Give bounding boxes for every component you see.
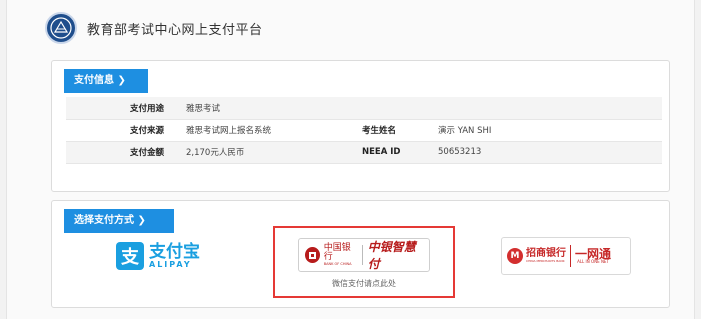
- alipay-name-cn: 支付宝: [149, 241, 200, 262]
- boc-name-en: BANK OF CHINA: [323, 261, 352, 266]
- cmb-brand-en: ALL IN ONE NET: [577, 259, 609, 265]
- cmb-name-en: CHINA MERCHANTS BANK: [526, 258, 565, 263]
- payment-info-panel: 支付信息 ❯ 支付用途 雅思考试 支付来源 雅思考试网上报名系统 考生姓名 演示…: [51, 60, 670, 192]
- row-value: 雅思考试网上报名系统: [186, 119, 342, 142]
- divider: [361, 245, 363, 265]
- page-container: 教育部考试中心网上支付平台 支付信息 ❯ 支付用途 雅思考试 支付来源 雅思考试…: [6, 0, 695, 319]
- payment-amount: 2,170元人民币: [186, 141, 342, 164]
- alipay-option[interactable]: 支 支付宝 ALIPAY: [108, 235, 208, 277]
- row-label: 支付用途: [66, 97, 186, 120]
- neea-logo-icon: [45, 12, 77, 44]
- boc-brand: 中银智慧付: [367, 240, 416, 271]
- alipay-label: 支付宝 ALIPAY: [149, 241, 200, 269]
- table-row: 支付来源 雅思考试网上报名系统 考生姓名 演示 YAN SHI: [66, 119, 662, 142]
- row-value-2: [438, 97, 662, 120]
- alipay-name-en: ALIPAY: [149, 259, 192, 269]
- boc-option-highlight: 中国银行 BANK OF CHINA 中银智慧付 微信支付请点此处: [273, 226, 455, 298]
- payment-method-tab: 选择支付方式 ❯: [64, 209, 174, 233]
- divider: [570, 245, 571, 267]
- header: 教育部考试中心网上支付平台: [45, 10, 263, 46]
- payment-info-table: 支付用途 雅思考试 支付来源 雅思考试网上报名系统 考生姓名 演示 YAN SH…: [66, 97, 662, 164]
- table-row: 支付用途 雅思考试: [66, 97, 662, 120]
- cmb-name: 招商银行 CHINA MERCHANTS BANK: [526, 249, 566, 263]
- boc-option[interactable]: 中国银行 BANK OF CHINA 中银智慧付: [298, 238, 430, 272]
- row-label-2: 考生姓名: [342, 119, 438, 142]
- boc-name-cn: 中国银行: [323, 242, 351, 263]
- cmb-option[interactable]: M 招商银行 CHINA MERCHANTS BANK 一网通 ALL IN O…: [501, 237, 631, 275]
- wechat-pay-hint[interactable]: 微信支付请点此处: [275, 278, 453, 289]
- cmb-brand: 一网通 ALL IN ONE NET: [575, 248, 611, 265]
- alipay-icon: 支: [116, 242, 144, 270]
- row-label: 支付来源: [66, 119, 186, 142]
- boc-name: 中国银行 BANK OF CHINA: [323, 242, 357, 267]
- neea-id: 50653213: [438, 141, 662, 164]
- row-label-2: [342, 97, 438, 120]
- payment-method-panel: 选择支付方式 ❯ 支 支付宝 ALIPAY 中国银行 BANK OF CHINA…: [51, 200, 670, 308]
- boc-logo-icon: [305, 247, 320, 263]
- site-title: 教育部考试中心网上支付平台: [87, 22, 263, 38]
- payment-info-tab: 支付信息 ❯: [64, 69, 148, 93]
- row-label-2: NEEA ID: [342, 141, 438, 164]
- candidate-name: 演示 YAN SHI: [438, 119, 662, 142]
- row-label: 支付金额: [66, 141, 186, 164]
- row-value: 雅思考试: [186, 97, 342, 120]
- cmb-logo-icon: M: [507, 248, 523, 264]
- table-row: 支付金额 2,170元人民币 NEEA ID 50653213: [66, 141, 662, 164]
